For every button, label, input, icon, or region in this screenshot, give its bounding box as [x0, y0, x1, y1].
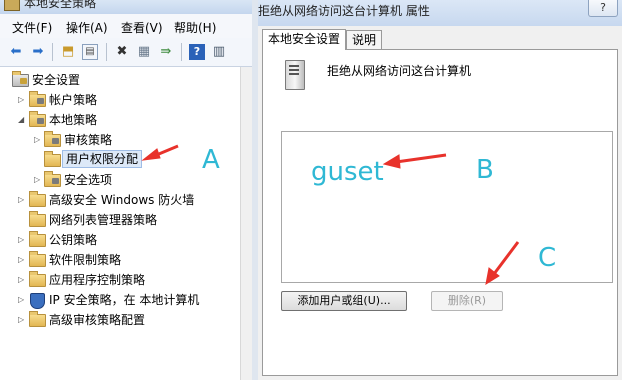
tree-item-label: 用户权限分配: [62, 150, 143, 168]
help-icon[interactable]: ?: [189, 44, 205, 60]
tree-item-label: 安全选项: [64, 173, 113, 187]
tree-item-label: 审核策略: [64, 133, 113, 147]
local-security-policy-window: 本地安全策略 文件(F) 操作(A) 查看(V) 帮助(H) ⬅ ➡ ⬒ ▤ ✖…: [0, 0, 253, 380]
tree-expander[interactable]: ▷: [18, 251, 28, 269]
dialog-title: 拒绝从网络访问这台计算机 属性: [258, 4, 430, 18]
tree-item-label: IP 安全策略，在 本地计算机: [49, 293, 200, 307]
folder-icon: [29, 211, 46, 227]
tree-item-label: 帐户策略: [49, 93, 98, 107]
back-icon[interactable]: ⬅: [8, 44, 24, 60]
delete-icon[interactable]: ✖: [114, 44, 130, 60]
show-hide-tree-icon[interactable]: ▤: [82, 44, 98, 60]
annotation-letter-a: A: [202, 145, 220, 175]
tree-expander[interactable]: ▷: [18, 231, 28, 249]
toolbar-separator: [52, 43, 53, 61]
tab-panel: 拒绝从网络访问这台计算机 guset 添加用户或组(U)... 删除(R): [262, 49, 618, 376]
tree-expander[interactable]: ▷: [18, 291, 28, 309]
list-item[interactable]: guset: [311, 157, 384, 187]
menu-action[interactable]: 操作(A): [66, 19, 108, 36]
lock-icon: [52, 138, 59, 144]
tree-item-label: 网络列表管理器策略: [49, 213, 158, 227]
tree-expander[interactable]: ▷: [18, 91, 28, 109]
tree-item-label: 高级安全 Windows 防火墙: [49, 193, 195, 207]
tab-local-security-setting[interactable]: 本地安全设置: [262, 29, 347, 50]
tree-item-label: 高级审核策略配置: [49, 313, 146, 327]
help-button[interactable]: ?: [588, 0, 618, 17]
forward-icon[interactable]: ➡: [30, 44, 46, 60]
remove-button[interactable]: 删除(R): [431, 291, 503, 311]
menu-view[interactable]: 查看(V): [121, 19, 163, 36]
left-window-title: 本地安全策略: [24, 0, 97, 10]
users-groups-list[interactable]: guset: [281, 131, 613, 283]
tree-expander[interactable]: ▷: [18, 271, 28, 289]
menu-file[interactable]: 文件(F): [12, 19, 52, 36]
lock-icon: [37, 98, 44, 104]
up-folder-icon[interactable]: ⬒: [60, 44, 76, 60]
folder-icon: [29, 311, 46, 327]
console-icon[interactable]: ▥: [211, 44, 227, 60]
folder-icon: [29, 231, 46, 247]
tree-expander[interactable]: ▷: [18, 311, 28, 329]
folder-icon: [29, 271, 46, 287]
tree-item-label: 公钥策略: [49, 233, 98, 247]
tree-expander[interactable]: ◢: [18, 111, 28, 129]
properties-icon[interactable]: ▦: [136, 44, 152, 60]
policy-name: 拒绝从网络访问这台计算机: [327, 64, 472, 78]
annotation-letter-b: B: [476, 155, 494, 185]
folder-icon: [29, 191, 46, 207]
menu-bar: 文件(F) 操作(A) 查看(V) 帮助(H): [0, 14, 252, 39]
lock-icon: [20, 78, 27, 84]
policy-tree: 安全设置 ▷ 帐户策略 ◢ 本地策略 ▷ 审核策略 用户权限分配 ▷ 安全选项 …: [0, 67, 240, 380]
toolbar-separator: [181, 43, 182, 61]
folder-icon: [44, 151, 61, 167]
tree-item-label: 应用程序控制策略: [49, 273, 146, 287]
ip-security-icon: [30, 293, 45, 309]
server-icon: [285, 60, 305, 90]
toolbar: ⬅ ➡ ⬒ ▤ ✖ ▦ ⇛ ? ▥: [0, 38, 252, 67]
lock-icon: [37, 118, 44, 124]
tree-item-label: 软件限制策略: [49, 253, 122, 267]
tree-expander[interactable]: ▷: [18, 191, 28, 209]
tree-item-label: 安全设置: [32, 73, 81, 87]
dialog-title-bar: 拒绝从网络访问这台计算机 属性 ?: [258, 0, 622, 26]
add-user-or-group-button[interactable]: 添加用户或组(U)...: [281, 291, 407, 311]
folder-icon: [29, 251, 46, 267]
tab-explain[interactable]: 说明: [346, 30, 383, 50]
export-icon[interactable]: ⇛: [158, 44, 174, 60]
left-title-bar: 本地安全策略: [0, 0, 252, 14]
annotation-letter-c: C: [538, 243, 557, 273]
toolbar-separator: [106, 43, 107, 61]
tree-expander[interactable]: ▷: [34, 131, 44, 149]
tree-expander[interactable]: ▷: [34, 171, 44, 189]
tree-item-label: 本地策略: [49, 113, 98, 127]
menu-help[interactable]: 帮助(H): [174, 19, 216, 36]
properties-dialog: 拒绝从网络访问这台计算机 属性 ? 本地安全设置 说明 拒绝从网络访问这台计算机…: [258, 0, 622, 380]
lock-icon: [52, 178, 59, 184]
app-icon: [4, 0, 20, 11]
